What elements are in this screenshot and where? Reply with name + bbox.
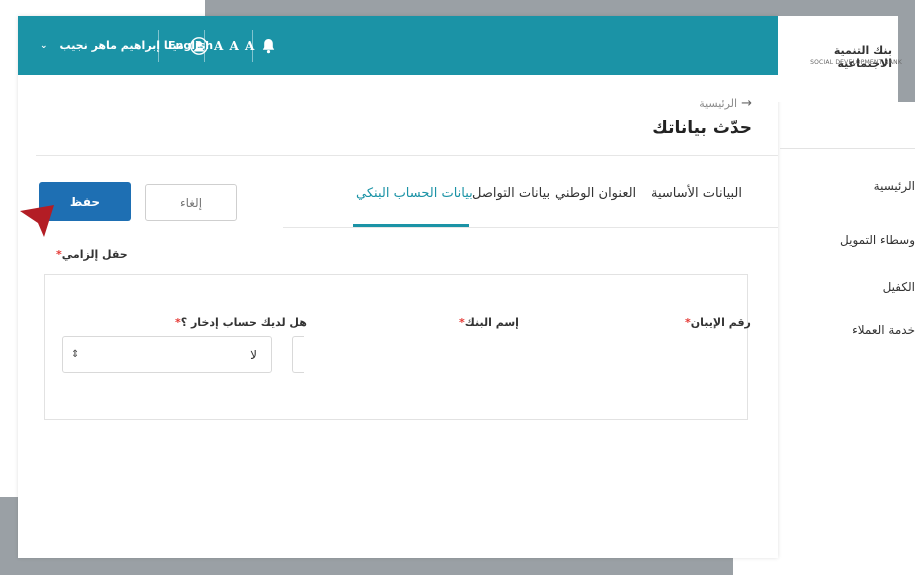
frame-bottom (0, 558, 733, 575)
bank-name-select[interactable] (292, 336, 304, 373)
font-size-control[interactable]: A A A (214, 16, 255, 75)
up-down-arrows-icon[interactable]: ⇕ (71, 349, 79, 360)
tab-national-address[interactable]: العنوان الوطني (555, 186, 636, 201)
bank-name-label-text: إسم البنك (464, 316, 519, 329)
tabs-baseline (283, 227, 778, 228)
frame-top (205, 0, 915, 16)
tab-bank-account[interactable]: بيانات الحساب البنكي (356, 186, 473, 201)
savings-account-value[interactable]: لا (250, 348, 257, 362)
top-bar: ⌄ مينا إبراهيم ماهر نجيب English A A A (18, 16, 778, 75)
frame-right (898, 0, 915, 102)
savings-label-text: هل لديك حساب إدخار ؟ (180, 316, 307, 329)
bell-icon[interactable] (262, 16, 275, 75)
savings-account-select[interactable]: ⇕ لا (62, 336, 272, 373)
breadcrumb-home[interactable]: الرئيسية (699, 97, 737, 110)
sidebar-item-customer-service[interactable]: خدمة العملاء (852, 323, 915, 337)
sidebar-divider (780, 148, 915, 149)
sidebar-item-home[interactable]: الرئيسية (874, 179, 915, 193)
sidebar-item-guarantor[interactable]: الكفيل (883, 280, 915, 294)
logo-english[interactable]: SOCIAL DEVELOPMENT BANK (792, 59, 902, 66)
tab-basic-data[interactable]: البيانات الأساسية (651, 186, 742, 201)
divider (158, 30, 159, 62)
divider (204, 30, 205, 62)
sidebar-item-financing-agents[interactable]: وسطاء التمويل (840, 233, 915, 247)
frame-bottom-right (733, 558, 915, 575)
iban-label-text: رقم الإيبان (690, 316, 751, 329)
required-field-note: حقل إلزامي* (53, 248, 128, 261)
user-name[interactable]: مينا إبراهيم ماهر نجيب (60, 39, 184, 52)
page-title: حدّث بياناتك (652, 118, 752, 138)
required-note-text: حقل إلزامي (61, 248, 128, 261)
arrow-right-icon[interactable]: → (741, 96, 752, 111)
language-toggle[interactable]: English (168, 16, 213, 75)
tab-contact-data[interactable]: بيانات التواصل (472, 186, 550, 201)
cancel-button[interactable]: إلغاء (145, 184, 237, 221)
savings-account-label: هل لديك حساب إدخار ؟* (172, 316, 307, 329)
pointer-arrow-icon (20, 205, 54, 237)
iban-label: رقم الإيبان* (682, 316, 751, 329)
chevron-down-icon[interactable]: ⌄ (40, 41, 48, 51)
logo-arabic[interactable]: بنك التنمية الاجتماعية (792, 44, 892, 70)
divider (252, 30, 253, 62)
active-tab-indicator (353, 224, 469, 227)
bank-name-label: إسم البنك* (456, 316, 519, 329)
breadcrumb[interactable]: → الرئيسية (699, 96, 752, 111)
divider (36, 155, 778, 156)
